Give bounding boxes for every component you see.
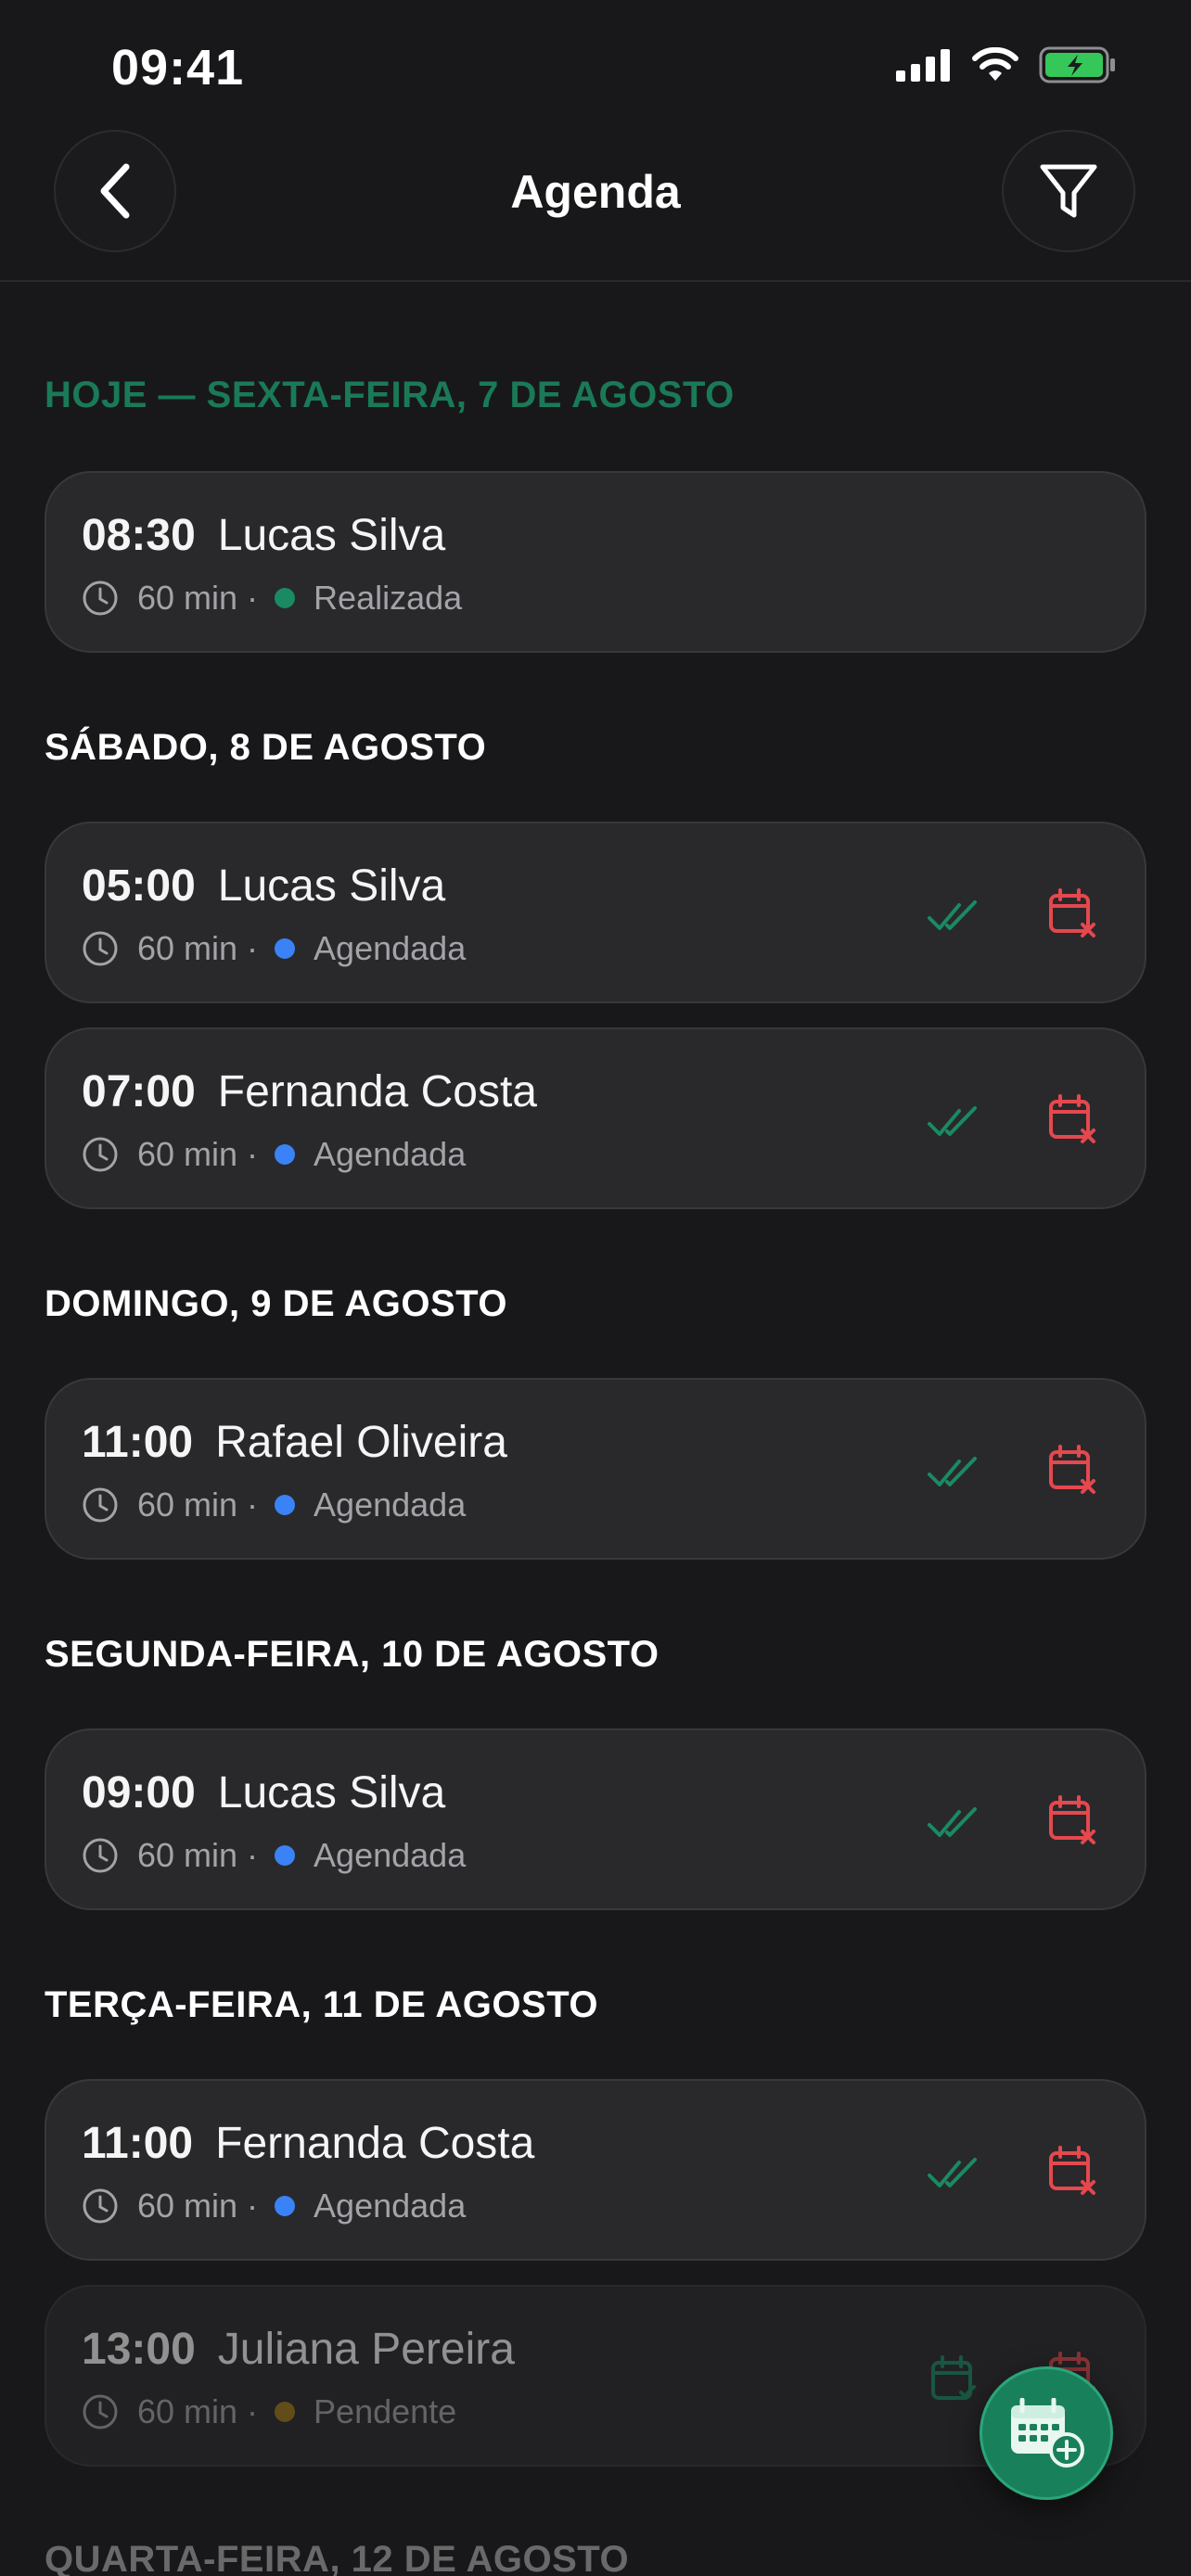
clock-icon <box>82 580 119 617</box>
appointment-duration: 60 min · <box>137 929 259 967</box>
clock-icon <box>82 2187 119 2225</box>
signal-icon <box>896 48 952 86</box>
appointment-title: 08:30 Lucas Silva <box>82 510 445 561</box>
appointment-meta: 60 min · Pendente <box>82 2392 456 2431</box>
section-header: SÁBADO, 8 DE AGOSTO <box>45 727 487 768</box>
appointment-client: Fernanda Costa <box>217 1067 537 1116</box>
battery-icon <box>1039 46 1117 88</box>
appointment-meta: 60 min · Agendada <box>82 1486 466 1524</box>
add-appointment-button[interactable] <box>980 2366 1113 2500</box>
section-header: SEGUNDA-FEIRA, 10 DE AGOSTO <box>45 1634 660 1675</box>
appointment-card[interactable]: 09:00 Lucas Silva 60 min · Agendada <box>45 1728 1146 1910</box>
appointment-duration: 60 min · <box>137 1135 259 1173</box>
status-badge: Agendada <box>314 1135 467 1173</box>
appointment-title: 11:00 Fernanda Costa <box>82 2118 534 2169</box>
status-badge: Pendente <box>314 2392 457 2430</box>
appointment-meta: 60 min · Agendada <box>82 1836 466 1875</box>
calendar-x-icon[interactable] <box>1046 886 1100 940</box>
filter-icon <box>1040 164 1097 218</box>
status-bar: 09:41 <box>0 0 1191 130</box>
double-check-icon[interactable] <box>926 1445 981 1500</box>
status-badge: Agendada <box>314 929 467 967</box>
appointment-duration: 60 min · <box>137 2392 259 2430</box>
appointment-meta: 60 min · Agendada <box>82 929 466 968</box>
status-dot <box>275 588 296 608</box>
appointment-time: 09:00 <box>82 1768 196 1817</box>
status-badge: Realizada <box>314 579 463 617</box>
double-check-icon[interactable] <box>926 1094 981 1150</box>
appointment-card[interactable]: 11:00 Fernanda Costa 60 min · Agendada <box>45 2079 1146 2261</box>
calendar-x-icon[interactable] <box>1046 2144 1100 2198</box>
appointment-client: Juliana Pereira <box>217 2325 515 2374</box>
appointment-time: 11:00 <box>82 1418 194 1467</box>
appointment-duration: 60 min · <box>137 1486 259 1524</box>
appointment-card[interactable]: 05:00 Lucas Silva 60 min · Agendada <box>45 822 1146 1003</box>
double-check-icon[interactable] <box>926 2146 981 2201</box>
appointment-time: 07:00 <box>82 1067 196 1116</box>
appointment-duration: 60 min · <box>137 2187 259 2225</box>
appointment-time: 13:00 <box>82 2325 196 2374</box>
double-check-icon[interactable] <box>926 888 981 944</box>
clock-icon <box>82 2393 119 2430</box>
calendar-check-icon[interactable] <box>926 2352 981 2407</box>
clock-icon <box>82 930 119 967</box>
clock-icon <box>82 1837 119 1874</box>
appointment-client: Fernanda Costa <box>215 2119 535 2168</box>
appointment-card[interactable]: 11:00 Rafael Oliveira 60 min · Agendada <box>45 1378 1146 1560</box>
status-badge: Agendada <box>314 1836 467 1874</box>
filter-button[interactable] <box>1002 130 1135 252</box>
status-time: 09:41 <box>111 40 245 96</box>
appointment-duration: 60 min · <box>137 1836 259 1874</box>
status-dot <box>275 938 296 959</box>
calendar-x-icon[interactable] <box>1046 1092 1100 1146</box>
status-dot <box>275 1144 296 1165</box>
appointment-time: 05:00 <box>82 861 196 911</box>
appointment-client: Rafael Oliveira <box>215 1418 507 1467</box>
calendar-add-icon <box>1011 2398 1084 2468</box>
appointment-meta: 60 min · Agendada <box>82 2187 466 2225</box>
section-header: QUARTA-FEIRA, 12 DE AGOSTO <box>45 2539 630 2576</box>
appointment-client: Lucas Silva <box>217 1768 446 1817</box>
appointment-title: 07:00 Fernanda Costa <box>82 1066 537 1117</box>
appointment-title: 09:00 Lucas Silva <box>82 1767 445 1818</box>
appointment-client: Lucas Silva <box>217 861 446 911</box>
section-header: TERÇA-FEIRA, 11 DE AGOSTO <box>45 1984 599 2025</box>
double-check-icon[interactable] <box>926 1795 981 1851</box>
appointment-meta: 60 min · Agendada <box>82 1135 466 1174</box>
calendar-x-icon[interactable] <box>1046 1793 1100 1847</box>
status-badge: Agendada <box>314 2187 467 2225</box>
appointment-title: 13:00 Juliana Pereira <box>82 2324 515 2375</box>
clock-icon <box>82 1136 119 1173</box>
section-header-today: HOJE — SEXTA-FEIRA, 7 DE AGOSTO <box>45 375 735 415</box>
section-header: DOMINGO, 9 DE AGOSTO <box>45 1283 507 1324</box>
status-dot <box>275 2196 296 2216</box>
clock-icon <box>82 1486 119 1524</box>
status-dot <box>275 2402 296 2422</box>
appointment-duration: 60 min · <box>137 579 259 617</box>
appointment-card[interactable]: 07:00 Fernanda Costa 60 min · Agendada <box>45 1027 1146 1209</box>
status-dot <box>275 1495 296 1515</box>
appointment-time: 08:30 <box>82 511 196 560</box>
calendar-x-icon[interactable] <box>1046 1443 1100 1497</box>
header: Agenda <box>0 130 1191 282</box>
appointment-time: 11:00 <box>82 2119 194 2168</box>
status-dot <box>275 1845 296 1866</box>
appointment-card[interactable]: 08:30 Lucas Silva 60 min · Realizada <box>45 471 1146 653</box>
status-badge: Agendada <box>314 1486 467 1524</box>
appointment-title: 11:00 Rafael Oliveira <box>82 1417 507 1468</box>
appointment-client: Lucas Silva <box>217 511 446 560</box>
wifi-icon <box>972 46 1018 87</box>
appointment-title: 05:00 Lucas Silva <box>82 861 445 912</box>
appointment-meta: 60 min · Realizada <box>82 579 462 618</box>
status-icons <box>896 46 1117 88</box>
